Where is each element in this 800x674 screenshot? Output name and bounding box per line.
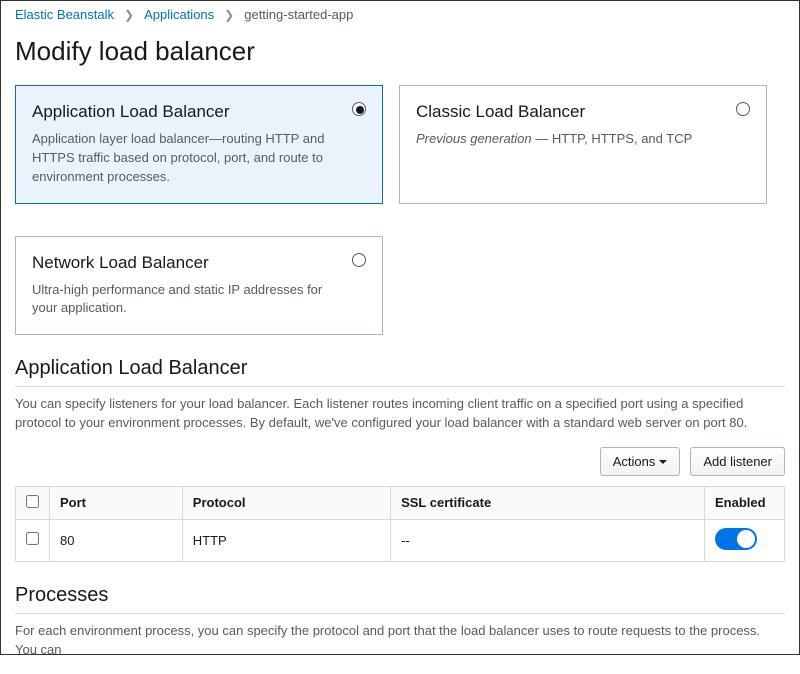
row-select-cell: [16, 519, 50, 561]
header-port: Port: [50, 486, 183, 519]
cell-ssl: --: [391, 519, 705, 561]
actions-button[interactable]: Actions: [600, 447, 681, 476]
option-title: Application Load Balancer: [32, 102, 338, 122]
row-select-checkbox[interactable]: [26, 532, 39, 545]
option-desc: Previous generation — HTTP, HTTPS, and T…: [416, 130, 722, 149]
page-title: Modify load balancer: [15, 36, 785, 67]
option-desc: Application layer load balancer—routing …: [32, 130, 338, 187]
cell-port: 80: [50, 519, 183, 561]
header-protocol: Protocol: [182, 486, 390, 519]
radio-icon: [352, 102, 366, 116]
option-title: Network Load Balancer: [32, 253, 338, 273]
breadcrumb-link-applications[interactable]: Applications: [144, 7, 214, 22]
add-listener-label: Add listener: [703, 454, 772, 469]
section-title-alb: Application Load Balancer: [15, 357, 785, 387]
table-row: 80 HTTP --: [16, 519, 785, 561]
toggle-knob: [737, 530, 755, 548]
option-classic-load-balancer[interactable]: Classic Load Balancer Previous generatio…: [399, 85, 767, 204]
add-listener-button[interactable]: Add listener: [690, 447, 785, 476]
option-desc: Ultra-high performance and static IP add…: [32, 281, 338, 319]
select-all-checkbox[interactable]: [26, 495, 39, 508]
chevron-right-icon: ❯: [224, 8, 234, 22]
cell-enabled: [705, 519, 785, 561]
option-title: Classic Load Balancer: [416, 102, 722, 122]
cell-protocol: HTTP: [182, 519, 390, 561]
radio-icon: [352, 253, 366, 267]
breadcrumb: Elastic Beanstalk ❯ Applications ❯ getti…: [15, 1, 785, 26]
radio-icon: [736, 102, 750, 116]
table-header-row: Port Protocol SSL certificate Enabled: [16, 486, 785, 519]
select-all-cell: [16, 486, 50, 519]
section-title-processes: Processes: [15, 584, 785, 614]
listener-table: Port Protocol SSL certificate Enabled 80…: [15, 486, 785, 562]
chevron-right-icon: ❯: [124, 8, 134, 22]
header-enabled: Enabled: [705, 486, 785, 519]
header-ssl: SSL certificate: [391, 486, 705, 519]
actions-button-label: Actions: [613, 454, 656, 469]
section-desc-alb: You can specify listeners for your load …: [15, 395, 785, 433]
option-network-load-balancer[interactable]: Network Load Balancer Ultra-high perform…: [15, 236, 383, 336]
table-actions: Actions Add listener: [15, 447, 785, 476]
breadcrumb-link-elastic-beanstalk[interactable]: Elastic Beanstalk: [15, 7, 114, 22]
option-application-load-balancer[interactable]: Application Load Balancer Application la…: [15, 85, 383, 204]
enabled-toggle[interactable]: [715, 528, 757, 550]
breadcrumb-current: getting-started-app: [244, 7, 353, 22]
load-balancer-options: Application Load Balancer Application la…: [15, 85, 785, 335]
caret-down-icon: [659, 460, 667, 464]
section-desc-processes: For each environment process, you can sp…: [15, 622, 785, 660]
